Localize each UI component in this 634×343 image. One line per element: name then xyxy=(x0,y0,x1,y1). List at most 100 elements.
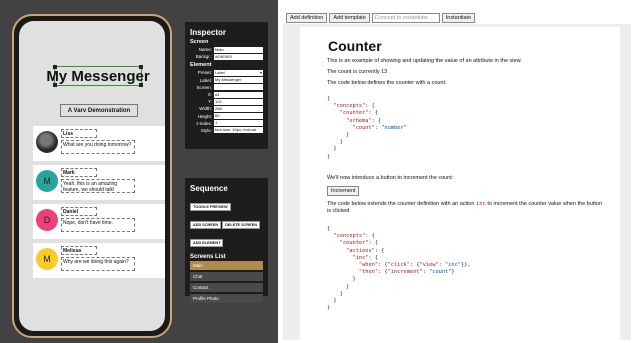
extends-text: The code below extends the counter defin… xyxy=(327,201,602,207)
subtitle-text: A Varv Demonstration xyxy=(67,107,131,114)
preset-select[interactable]: Label ▾ xyxy=(214,69,263,76)
field-row: Backgr.: #E0E0E0 xyxy=(190,53,263,60)
avatar: M xyxy=(36,170,58,192)
phone-frame: My Messenger A Varv Demonstration Liss W… xyxy=(12,14,172,338)
screen-item-chat[interactable]: Chat xyxy=(190,272,263,281)
code-line: } xyxy=(327,290,343,297)
field-row: Preset: Label ▾ xyxy=(190,69,263,76)
instantiate-button[interactable]: Instantiate xyxy=(441,12,476,23)
height-input[interactable]: 60 xyxy=(214,113,263,120)
chat-row[interactable]: Liss What are you doing tomorrow? xyxy=(33,126,165,161)
code-line: } xyxy=(327,305,331,312)
code-line: { xyxy=(327,96,331,102)
field-row: Screen: xyxy=(190,84,263,91)
code-line: { xyxy=(327,226,331,232)
delete-screen-button[interactable]: DELETE SCREEN xyxy=(222,221,260,229)
field-row: Height: 60 xyxy=(190,113,263,120)
chat-name: Liss xyxy=(61,129,97,138)
resize-handle[interactable] xyxy=(53,65,57,69)
code-line: "counter": { xyxy=(339,110,379,117)
increment-button[interactable]: Increment xyxy=(327,186,360,196)
field-row: Y: 124 xyxy=(190,98,263,105)
add-definition-button[interactable]: Add definition xyxy=(286,12,328,23)
code-line: } xyxy=(327,139,343,146)
z-index-input[interactable]: 1 xyxy=(214,120,263,127)
chat-row[interactable]: M Melissa Why are we doing this again? xyxy=(33,243,165,278)
extends-text-part: to increment the counter value when the … xyxy=(487,201,603,207)
style-input[interactable]: font-size: 40px; font-we xyxy=(214,127,263,134)
code-line: } xyxy=(327,146,337,153)
code-line: "inc": { xyxy=(352,254,379,261)
screen-input[interactable] xyxy=(214,84,263,91)
field-label: Preset: xyxy=(197,70,212,76)
avatar: M xyxy=(36,248,58,270)
chat-message: Yeah, this is an amazing feature, we sho… xyxy=(61,179,135,193)
field-label: X: xyxy=(207,92,212,98)
resize-handle[interactable] xyxy=(139,65,143,69)
field-row: z-index: 1 xyxy=(190,120,263,127)
screen-heading: Screen xyxy=(190,39,209,45)
preset-value: Label xyxy=(215,69,225,75)
code-line: } xyxy=(327,298,337,305)
chat-name: Daniel xyxy=(61,207,97,216)
chevron-down-icon: ▾ xyxy=(259,69,262,75)
inspector-title: Inspector xyxy=(190,28,227,37)
field-row: Style: font-size: 40px; font-we xyxy=(190,127,263,134)
subtitle-label[interactable]: A Varv Demonstration xyxy=(60,104,138,117)
document-title: Counter xyxy=(328,38,382,54)
code-line: } xyxy=(327,276,356,283)
avatar: D xyxy=(36,209,58,231)
extends-text-continued: is clicked xyxy=(327,208,350,214)
y-input[interactable]: 124 xyxy=(214,98,263,105)
label-input[interactable]: My Messenger xyxy=(214,77,263,84)
app-title[interactable]: My Messenger xyxy=(46,65,150,87)
toggle-preview-button[interactable]: TOGGLE PREVIEW xyxy=(190,203,231,211)
field-row: Label: My Messenger xyxy=(190,77,263,84)
code-line: "schema": { xyxy=(346,117,382,124)
add-screen-button[interactable]: ADD SCREEN xyxy=(190,221,222,229)
screens-list-heading: Screens List xyxy=(190,254,226,260)
editor-pane: My Messenger A Varv Demonstration Liss W… xyxy=(0,0,278,343)
code-line: "count": "number" xyxy=(352,124,407,131)
screen-item-profile-photo[interactable]: Profile Photo xyxy=(190,294,263,303)
x-input[interactable]: 64 xyxy=(214,91,263,98)
phone-screen[interactable]: My Messenger A Varv Demonstration Liss W… xyxy=(19,21,165,331)
code-line: "actions": { xyxy=(346,247,385,254)
code-line: } xyxy=(327,283,350,290)
width-input[interactable]: 288 xyxy=(214,105,263,112)
code-line: } xyxy=(327,132,350,139)
button-intro-text: We'll now introduce a button to incremen… xyxy=(327,175,454,181)
element-heading: Element xyxy=(190,62,212,69)
field-label: Height: xyxy=(197,113,212,119)
background-input[interactable]: #E0E0E0 xyxy=(214,53,263,60)
field-label: Backgr.: xyxy=(195,54,212,60)
extends-text-part: The code below extends the counter defin… xyxy=(327,201,475,207)
code-block-actions: { "concepts": { "counter": { "actions": … xyxy=(327,226,471,312)
resize-handle[interactable] xyxy=(53,83,57,87)
concept-input[interactable]: Concept to instantiate xyxy=(371,12,440,23)
code-line: "counter": { xyxy=(339,240,379,247)
add-template-button[interactable]: Add template xyxy=(329,12,370,23)
field-label: Screen: xyxy=(196,84,212,90)
chat-message: Why are we doing this again? xyxy=(61,257,135,271)
chat-name: Melissa xyxy=(61,246,97,255)
chat-row[interactable]: M Mark Yeah, this is an amazing feature,… xyxy=(33,165,165,200)
code-line: } xyxy=(327,153,331,160)
inspector-panel: Inspector Screen Name: Main Backgr.: #E0… xyxy=(185,22,268,149)
chat-row[interactable]: D Daniel Nope, don't have time. xyxy=(33,204,165,239)
add-element-button[interactable]: ADD ELEMENT xyxy=(190,239,224,247)
resize-handle[interactable] xyxy=(139,83,143,87)
field-row: Width: 288 xyxy=(190,105,263,112)
sequence-title: Sequence xyxy=(190,184,228,193)
code-line: "when": {"click": {"view": "inc"}}, xyxy=(358,262,471,269)
count-text: The count is currently 13 xyxy=(327,69,388,75)
field-label: z-index: xyxy=(196,120,212,126)
field-label: Name: xyxy=(198,47,212,53)
screen-item-contact[interactable]: Contact xyxy=(190,283,263,292)
name-input[interactable]: Main xyxy=(214,46,263,53)
avatar xyxy=(36,131,58,153)
code-line: "concepts": { xyxy=(333,233,375,240)
chat-name: Mark xyxy=(61,168,97,177)
chat-message: What are you doing tomorrow? xyxy=(61,140,135,154)
screen-item-main[interactable]: Main xyxy=(190,261,263,270)
